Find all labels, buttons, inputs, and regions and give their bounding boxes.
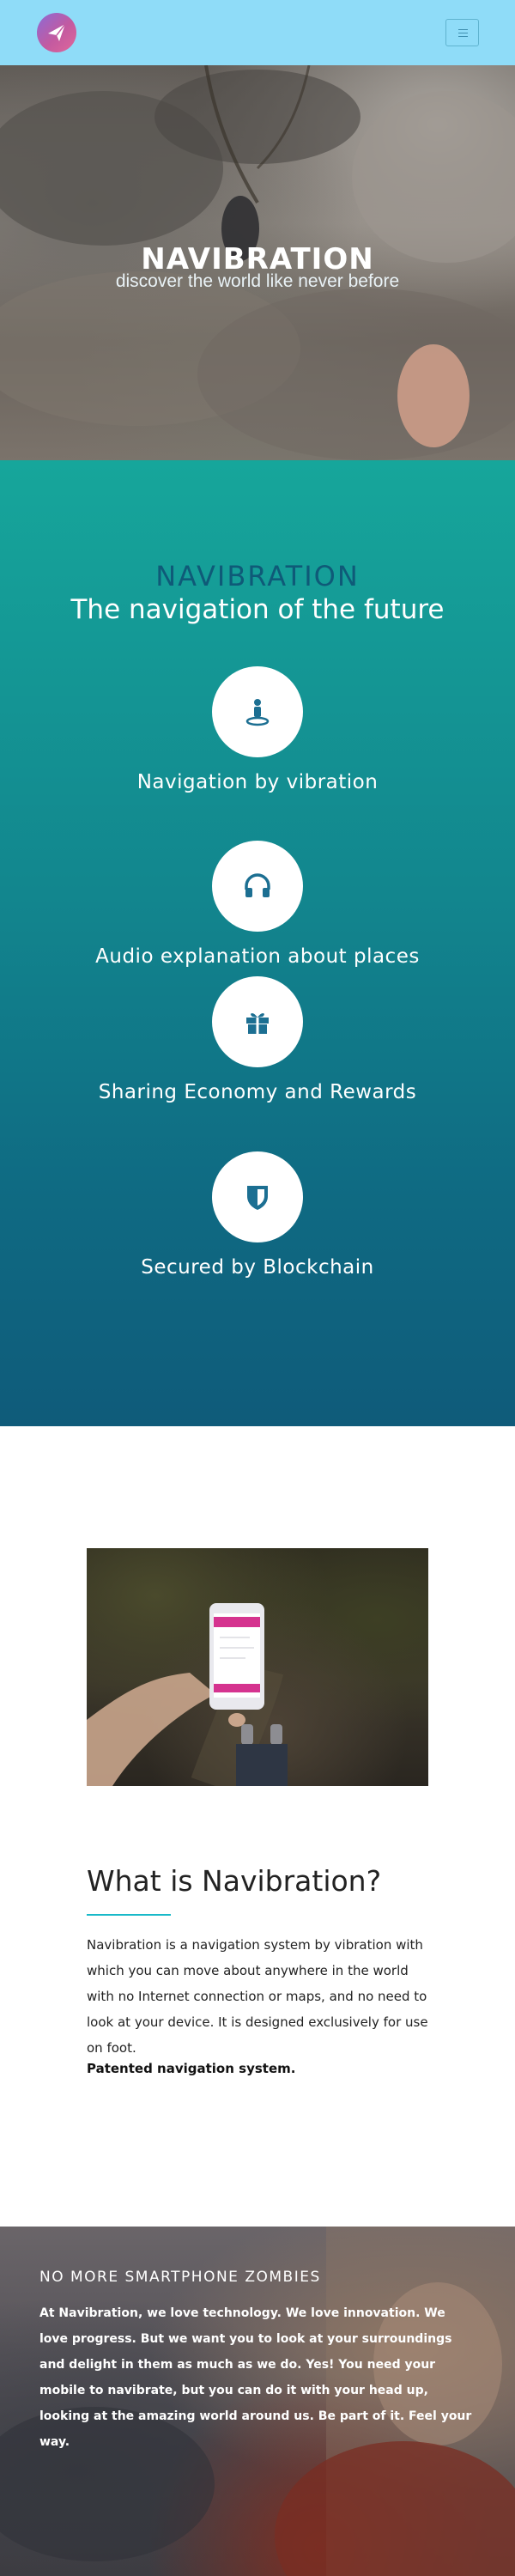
hero-subtitle: discover the world like never before [115,271,400,291]
about-title: What is Navibration? [87,1864,382,1898]
hamburger-menu-icon [458,29,468,30]
gift-icon [246,1012,269,1034]
menu-toggle-button[interactable] [445,19,479,46]
zombies-description: At Navibration, we love technology. We l… [39,2306,472,2449]
feature-icon-circle [212,666,303,757]
zombies-section: NO MORE SMARTPHONE ZOMBIES At Navibratio… [0,2227,515,2576]
feature-label: Navigation by vibration [136,771,379,793]
title-underline [87,1914,171,1916]
logo[interactable] [37,13,76,52]
feature-label: Audio explanation about places [95,945,420,968]
feature-label: Sharing Economy and Rewards [98,1081,417,1103]
hero-section: NAVIBRATION discover the world like neve… [0,65,515,460]
feature-icon-circle [212,976,303,1067]
about-description: Navibration is a navigation system by vi… [87,1937,428,2056]
features-tagline: The navigation of the future [70,594,445,625]
top-navbar [0,0,515,65]
paper-plane-icon [48,23,66,41]
feature-icon-circle [212,1151,303,1242]
headphones-icon [245,873,270,897]
zombies-title: NO MORE SMARTPHONE ZOMBIES [39,2269,321,2286]
shield-icon [247,1186,268,1210]
features-section: NAVIBRATION The navigation of the future… [0,460,515,1426]
about-highlight: Patented navigation system. [87,2061,296,2076]
phone-in-hand-photo [87,1548,428,1786]
feature-label: Secured by Blockchain [141,1256,374,1279]
features-brand: NAVIBRATION [155,560,360,592]
about-section: What is Navibration? Navibration is a na… [0,1426,515,2227]
person-pin-icon [245,699,270,726]
feature-icon-circle [212,841,303,932]
